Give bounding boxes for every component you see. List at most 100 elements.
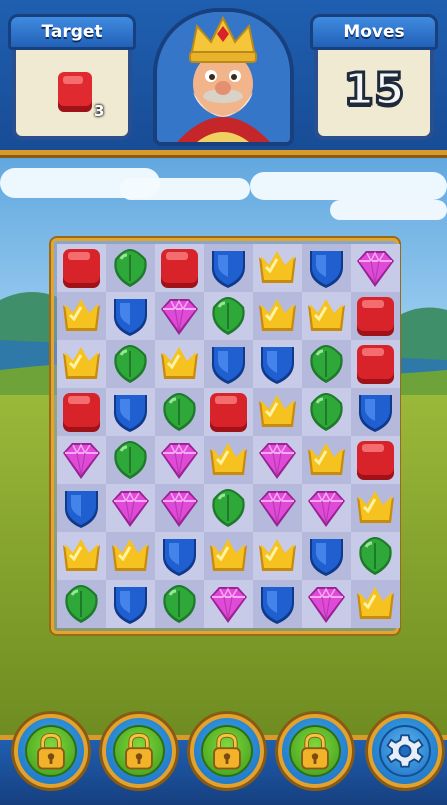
board-cell[interactable] (351, 292, 400, 340)
board-cell[interactable] (155, 484, 204, 532)
board-cell[interactable] (155, 580, 204, 628)
board-cell[interactable] (106, 244, 155, 292)
board-cell[interactable] (57, 484, 106, 532)
board-cell[interactable] (302, 292, 351, 340)
pink-gem-icon[interactable] (158, 439, 201, 481)
pink-gem-icon[interactable] (207, 583, 250, 625)
board-cell[interactable] (155, 532, 204, 580)
green-leaf-icon[interactable] (158, 583, 201, 625)
board-cell[interactable] (351, 436, 400, 484)
red-block-icon[interactable] (354, 343, 397, 385)
board-cell[interactable] (106, 292, 155, 340)
blue-shield-icon[interactable] (256, 583, 299, 625)
green-leaf-icon[interactable] (109, 247, 152, 289)
green-leaf-icon[interactable] (207, 487, 250, 529)
board-cell[interactable] (106, 340, 155, 388)
board-cell[interactable] (57, 436, 106, 484)
blue-shield-icon[interactable] (354, 391, 397, 433)
board-cell[interactable] (253, 292, 302, 340)
board-cell[interactable] (253, 580, 302, 628)
board-cell[interactable] (106, 388, 155, 436)
board-cell[interactable] (106, 436, 155, 484)
board-cell[interactable] (253, 436, 302, 484)
pink-gem-icon[interactable] (60, 439, 103, 481)
green-leaf-icon[interactable] (305, 391, 348, 433)
board-cell[interactable] (57, 340, 106, 388)
board-cell[interactable] (57, 292, 106, 340)
green-leaf-icon[interactable] (109, 439, 152, 481)
pink-gem-icon[interactable] (158, 295, 201, 337)
yellow-crown-icon[interactable] (109, 535, 152, 577)
board-cell[interactable] (253, 340, 302, 388)
pink-gem-icon[interactable] (158, 487, 201, 529)
green-leaf-icon[interactable] (305, 343, 348, 385)
board-cell[interactable] (204, 580, 253, 628)
blue-shield-icon[interactable] (305, 247, 348, 289)
red-block-icon[interactable] (354, 295, 397, 337)
locked-booster-button[interactable] (102, 714, 176, 788)
green-leaf-icon[interactable] (60, 583, 103, 625)
board-cell[interactable] (57, 532, 106, 580)
board-cell[interactable] (204, 388, 253, 436)
board-cell[interactable] (155, 436, 204, 484)
board-cell[interactable] (155, 340, 204, 388)
yellow-crown-icon[interactable] (60, 343, 103, 385)
yellow-crown-icon[interactable] (256, 295, 299, 337)
locked-booster-button[interactable] (278, 714, 352, 788)
board-cell[interactable] (302, 340, 351, 388)
pink-gem-icon[interactable] (305, 583, 348, 625)
pink-gem-icon[interactable] (354, 247, 397, 289)
board-cell[interactable] (351, 484, 400, 532)
board-cell[interactable] (106, 580, 155, 628)
green-leaf-icon[interactable] (354, 535, 397, 577)
board-cell[interactable] (204, 244, 253, 292)
board-cell[interactable] (302, 436, 351, 484)
yellow-crown-icon[interactable] (60, 295, 103, 337)
green-leaf-icon[interactable] (109, 343, 152, 385)
board-cell[interactable] (351, 244, 400, 292)
yellow-crown-icon[interactable] (207, 439, 250, 481)
blue-shield-icon[interactable] (256, 343, 299, 385)
blue-shield-icon[interactable] (207, 343, 250, 385)
blue-shield-icon[interactable] (60, 487, 103, 529)
board-cell[interactable] (155, 292, 204, 340)
pink-gem-icon[interactable] (305, 487, 348, 529)
yellow-crown-icon[interactable] (256, 247, 299, 289)
board-cell[interactable] (155, 388, 204, 436)
blue-shield-icon[interactable] (207, 247, 250, 289)
yellow-crown-icon[interactable] (158, 343, 201, 385)
board-cell[interactable] (351, 388, 400, 436)
yellow-crown-icon[interactable] (207, 535, 250, 577)
locked-booster-button[interactable] (14, 714, 88, 788)
board-cell[interactable] (302, 388, 351, 436)
green-leaf-icon[interactable] (158, 391, 201, 433)
red-block-icon[interactable] (158, 247, 201, 289)
board-cell[interactable] (302, 484, 351, 532)
blue-shield-icon[interactable] (109, 583, 152, 625)
board-cell[interactable] (302, 532, 351, 580)
board-cell[interactable] (351, 340, 400, 388)
board-cell[interactable] (351, 532, 400, 580)
board-cell[interactable] (253, 244, 302, 292)
board-cell[interactable] (155, 244, 204, 292)
board-cell[interactable] (302, 580, 351, 628)
locked-booster-button[interactable] (190, 714, 264, 788)
red-block-icon[interactable] (60, 247, 103, 289)
board-cell[interactable] (204, 340, 253, 388)
blue-shield-icon[interactable] (305, 535, 348, 577)
yellow-crown-icon[interactable] (354, 487, 397, 529)
red-block-icon[interactable] (60, 391, 103, 433)
pink-gem-icon[interactable] (256, 487, 299, 529)
board-cell[interactable] (253, 484, 302, 532)
green-leaf-icon[interactable] (207, 295, 250, 337)
blue-shield-icon[interactable] (109, 295, 152, 337)
red-block-icon[interactable] (354, 439, 397, 481)
pink-gem-icon[interactable] (256, 439, 299, 481)
board-cell[interactable] (253, 388, 302, 436)
board-cell[interactable] (106, 532, 155, 580)
yellow-crown-icon[interactable] (60, 535, 103, 577)
blue-shield-icon[interactable] (158, 535, 201, 577)
settings-button[interactable] (368, 714, 442, 788)
board-cell[interactable] (106, 484, 155, 532)
board-cell[interactable] (302, 244, 351, 292)
